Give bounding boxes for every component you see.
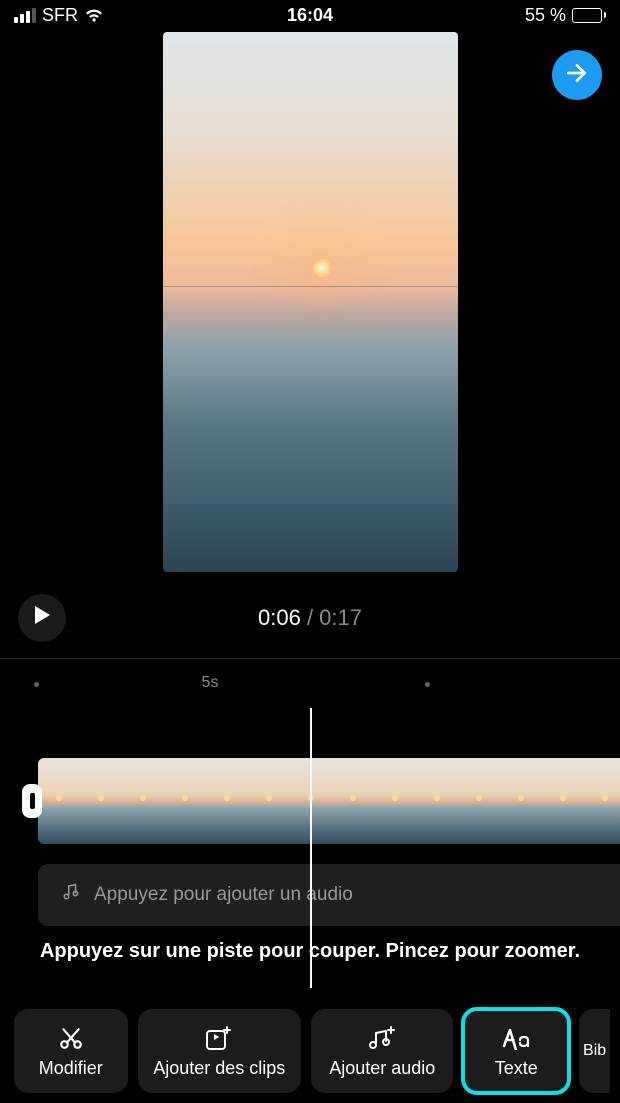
ruler-label: 5s [202, 674, 219, 692]
play-button[interactable] [18, 594, 66, 642]
text-icon [501, 1024, 531, 1052]
clock: 16:04 [287, 5, 333, 26]
add-audio-icon [368, 1024, 396, 1052]
cellular-signal-icon [14, 8, 36, 23]
video-preview[interactable] [163, 32, 458, 572]
current-time: 0:06 [258, 605, 301, 630]
status-bar: SFR 16:04 55 % [0, 0, 620, 30]
audio-placeholder: Appuyez pour ajouter un audio [94, 884, 353, 906]
music-note-icon [62, 883, 80, 907]
add-clips-button[interactable]: Ajouter des clips [138, 1009, 302, 1093]
scissors-icon [58, 1024, 84, 1052]
ruler-tick-icon [34, 682, 39, 687]
status-right: 55 % [525, 5, 606, 26]
carrier-label: SFR [42, 5, 78, 26]
playback-controls: 0:06 / 0:17 [0, 590, 620, 645]
tool-label: Ajouter des clips [153, 1058, 285, 1079]
library-button[interactable]: Bib [579, 1009, 610, 1093]
tool-label: Bib [583, 1042, 606, 1060]
add-clip-icon [205, 1024, 233, 1052]
next-button[interactable] [552, 50, 602, 100]
timeline-ruler[interactable]: 5s [0, 670, 620, 704]
video-preview-area [0, 32, 620, 572]
total-time: 0:17 [319, 605, 362, 630]
clip-trim-handle-left[interactable] [22, 784, 42, 818]
wifi-icon [84, 8, 104, 23]
audio-track[interactable]: Appuyez pour ajouter un audio [38, 864, 620, 926]
bottom-toolbar: Modifier Ajouter des clips Ajouter audio… [0, 1007, 620, 1103]
playhead[interactable] [310, 708, 312, 988]
modify-button[interactable]: Modifier [14, 1009, 128, 1093]
ruler-tick-icon [425, 682, 430, 687]
clip-strip[interactable] [38, 758, 620, 844]
status-left: SFR [14, 5, 104, 26]
time-display: 0:06 / 0:17 [258, 605, 362, 631]
battery-percent: 55 % [525, 5, 566, 26]
arrow-right-icon [564, 60, 590, 91]
battery-icon [572, 8, 606, 23]
play-icon [32, 604, 52, 631]
tool-label: Texte [495, 1058, 538, 1079]
time-separator: / [301, 605, 319, 630]
tool-label: Ajouter audio [329, 1058, 435, 1079]
add-audio-button[interactable]: Ajouter audio [311, 1009, 453, 1093]
text-button[interactable]: Texte [463, 1009, 569, 1093]
divider [0, 658, 620, 659]
tool-label: Modifier [39, 1058, 103, 1079]
